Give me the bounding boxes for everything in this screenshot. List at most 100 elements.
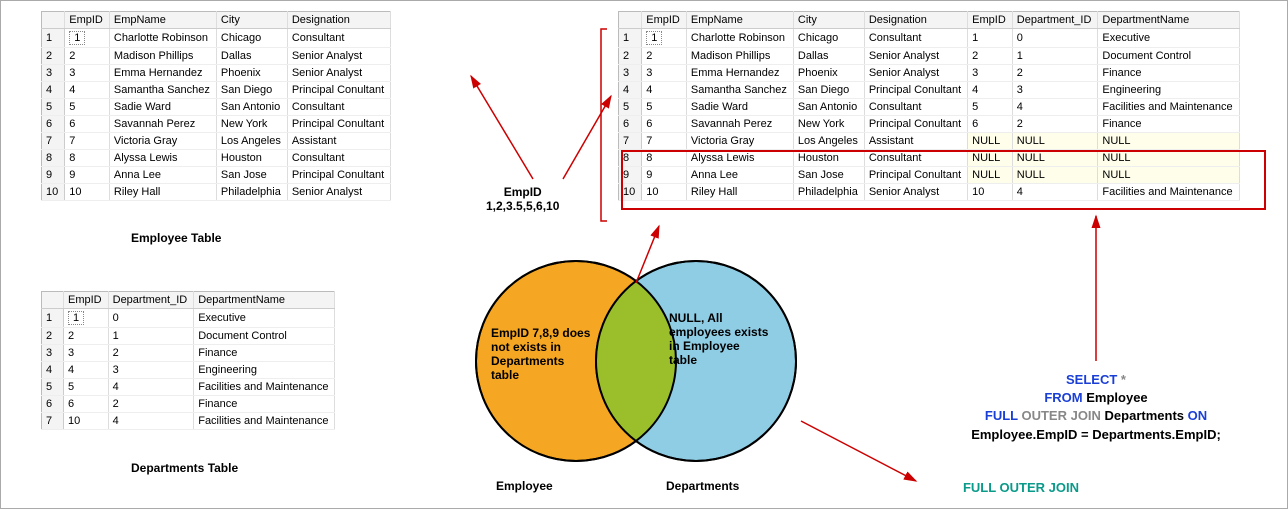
join-table-wrapper: EmpIDEmpNameCityDesignationEmpIDDepartme… [618,11,1240,201]
cell: Principal Conultant [864,82,967,99]
column-header: Designation [864,12,967,29]
column-header: Department_ID [108,292,194,309]
cell: Principal Conultant [287,167,390,184]
cell: Facilities and Maintenance [1098,99,1239,116]
venn-right-label: Departments [666,479,739,493]
cell: Emma Hernandez [109,65,216,82]
cell: Samantha Sanchez [686,82,793,99]
cell: Principal Conultant [287,82,390,99]
cell: Philadelphia [216,184,287,201]
departments-table-wrapper: EmpIDDepartment_IDDepartmentName110Execu… [41,291,335,430]
cell: 9 [642,167,687,184]
cell: Senior Analyst [287,65,390,82]
cell: Charlotte Robinson [109,29,216,48]
cell: 5 [968,99,1013,116]
cell: NULL [1098,150,1239,167]
cell: San Antonio [793,99,864,116]
row-number: 5 [619,99,642,116]
cell: Assistant [287,133,390,150]
cell: 0 [108,309,194,328]
venn-left-text: EmpID 7,8,9 does not exists in Departmen… [491,326,591,382]
cell: 4 [642,82,687,99]
cell: Finance [1098,65,1239,82]
column-header: EmpID [65,12,110,29]
cell: Senior Analyst [287,184,390,201]
cell: NULL [1012,133,1098,150]
cell: 2 [64,328,109,345]
cell: 3 [64,345,109,362]
venn-right-text: NULL, All employees exists in Employee t… [669,311,769,367]
cell: San Jose [793,167,864,184]
cell: Consultant [864,150,967,167]
cell: Senior Analyst [864,184,967,201]
join-title: FULL OUTER JOIN [921,479,1121,497]
cell: 4 [968,82,1013,99]
cell: 4 [108,379,194,396]
row-number: 4 [42,362,64,379]
cell: Alyssa Lewis [109,150,216,167]
employee-caption: Employee Table [131,231,221,245]
join-result-table: EmpIDEmpNameCityDesignationEmpIDDepartme… [618,11,1240,201]
cell: Sadie Ward [686,99,793,116]
column-header [42,12,65,29]
departments-caption: Departments Table [131,461,238,475]
row-number: 5 [42,99,65,116]
cell: 7 [642,133,687,150]
cell: Finance [194,396,335,413]
cell: 5 [65,99,110,116]
cell: 6 [65,116,110,133]
cell: 1 [968,29,1013,48]
row-number: 1 [42,309,64,328]
cell: 3 [108,362,194,379]
cell: Consultant [864,29,967,48]
cell: Senior Analyst [864,48,967,65]
cell: Houston [216,150,287,167]
row-number: 1 [619,29,642,48]
cell: 1 [64,309,109,328]
cell: 0 [1012,29,1098,48]
cell: Consultant [287,99,390,116]
cell: Document Control [194,328,335,345]
cell: Chicago [216,29,287,48]
cell: 3 [65,65,110,82]
cell: Document Control [1098,48,1239,65]
cell: 9 [65,167,110,184]
empid-annotation: EmpID 1,2,3.5,5,6,10 [486,185,559,213]
cell: 4 [1012,99,1098,116]
row-number: 7 [42,413,64,430]
cell: San Diego [793,82,864,99]
cell: 3 [642,65,687,82]
row-number: 2 [619,48,642,65]
cell: Engineering [1098,82,1239,99]
column-header: EmpName [686,12,793,29]
row-number: 7 [619,133,642,150]
cell: Executive [1098,29,1239,48]
row-number: 4 [42,82,65,99]
cell: Senior Analyst [287,48,390,65]
column-header: Department_ID [1012,12,1098,29]
row-number: 6 [42,116,65,133]
cell: 10 [64,413,109,430]
cell: 2 [108,345,194,362]
cell: San Jose [216,167,287,184]
cell: New York [793,116,864,133]
cell: Assistant [864,133,967,150]
cell: 2 [642,48,687,65]
cell: Facilities and Maintenance [194,379,335,396]
row-number: 3 [42,345,64,362]
cell: 8 [65,150,110,167]
cell: 5 [64,379,109,396]
sql-query: SELECT * FROM Employee FULL OUTER JOIN D… [931,371,1261,444]
row-number: 8 [619,150,642,167]
row-number: 5 [42,379,64,396]
employee-table-wrapper: EmpIDEmpNameCityDesignation11Charlotte R… [41,11,391,201]
cell: Emma Hernandez [686,65,793,82]
cell: Finance [1098,116,1239,133]
cell: 6 [64,396,109,413]
row-number: 6 [42,396,64,413]
cell: Dallas [793,48,864,65]
cell: 1 [1012,48,1098,65]
cell: Chicago [793,29,864,48]
cell: Sadie Ward [109,99,216,116]
cell: 4 [1012,184,1098,201]
